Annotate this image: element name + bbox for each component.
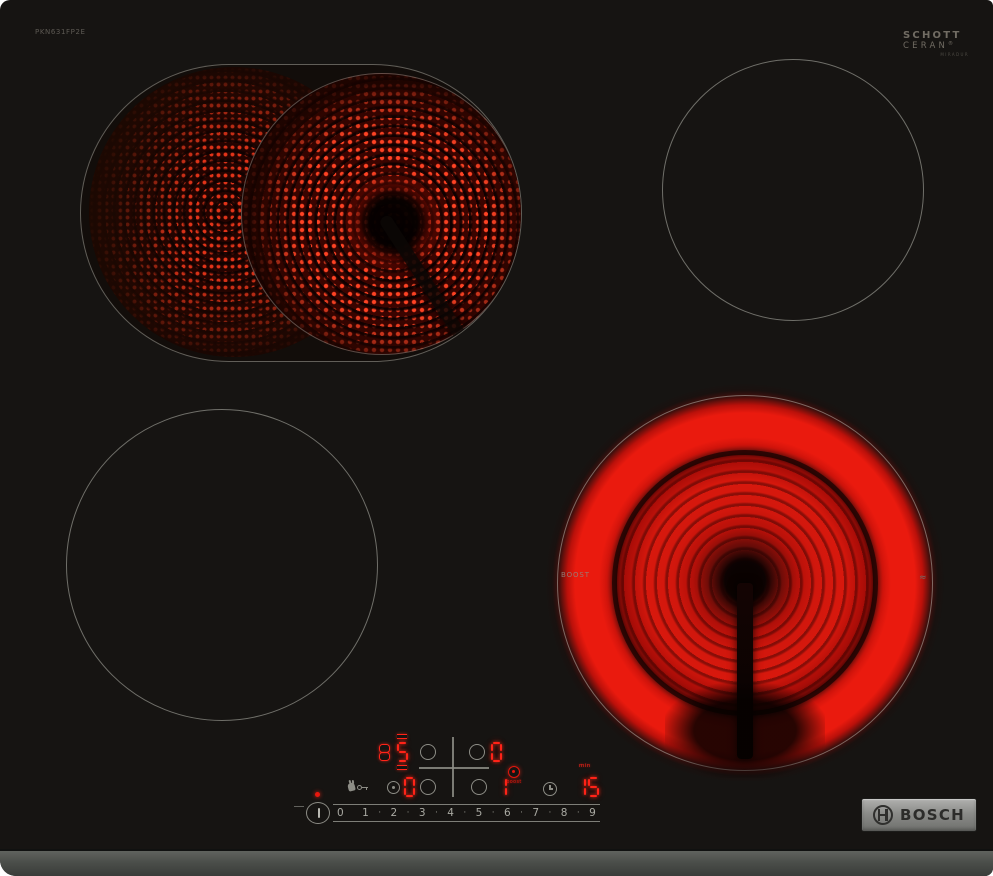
slider-level-5[interactable]: 5 (476, 808, 483, 819)
slider-dot: · (492, 809, 495, 818)
cleaning-lock-icon[interactable] (346, 779, 370, 793)
timer-clock-icon[interactable] (543, 782, 557, 796)
zone-select-rear-right-button[interactable] (469, 744, 485, 760)
slider-dot: · (378, 809, 381, 818)
rear-right-level-display (491, 742, 502, 762)
boost-key-label: boost (500, 780, 528, 785)
front-trim-bar (0, 849, 993, 876)
extended-zone-indicator-bottom (397, 765, 407, 770)
brand-name: BOSCH (900, 806, 965, 824)
slider-dot: · (407, 809, 410, 818)
touch-control-panel: boost min 0 1 · 2 · 3 · 4 · 5 · 6 · 7 · 8 · 9 (0, 0, 993, 876)
boost-icon[interactable] (508, 766, 520, 778)
slider-level-7[interactable]: 7 (532, 808, 539, 819)
front-left-level-display (404, 777, 415, 797)
timer-unit-label: min (579, 763, 591, 769)
dual-circuit-indicator-icon (379, 744, 390, 761)
brand-badge: BOSCH (862, 799, 976, 831)
slider-level-6[interactable]: 6 (504, 808, 511, 819)
power-icon (318, 808, 320, 818)
slider-level-0[interactable]: 0 (337, 808, 344, 819)
slider-dot: · (577, 809, 580, 818)
timer-display (575, 777, 599, 797)
extended-zone-indicator-top (397, 734, 407, 739)
slider-level-9[interactable]: 9 (589, 808, 596, 819)
slider-dot: · (520, 809, 523, 818)
zone-select-rear-left-button[interactable] (420, 744, 436, 760)
zone-select-front-left-button[interactable] (420, 779, 436, 795)
slider-dot: · (548, 809, 551, 818)
power-button[interactable] (306, 802, 330, 824)
zone-map-divider-horizontal (419, 767, 489, 769)
slider-level-3[interactable]: 3 (419, 808, 426, 819)
rear-left-level-display (397, 742, 408, 762)
zone-select-front-right-button[interactable] (471, 779, 487, 795)
slider-dot: · (435, 809, 438, 818)
cooktop-glass-surface: PKN631FP2E SCHOTT CERAN® MIRADUR BOOST ≈ (0, 0, 993, 876)
slider-level-1[interactable]: 1 (362, 808, 369, 819)
power-indicator-dot (315, 792, 320, 797)
slider-level-8[interactable]: 8 (561, 808, 568, 819)
bosch-armature-icon (873, 805, 893, 825)
power-level-slider[interactable]: 0 1 · 2 · 3 · 4 · 5 · 6 · 7 · 8 · 9 (333, 804, 600, 822)
slider-left-stub (294, 806, 304, 807)
slider-level-2[interactable]: 2 (390, 808, 397, 819)
slider-dot: · (463, 809, 466, 818)
slider-level-4[interactable]: 4 (447, 808, 454, 819)
dual-zone-select-icon[interactable] (387, 781, 400, 794)
